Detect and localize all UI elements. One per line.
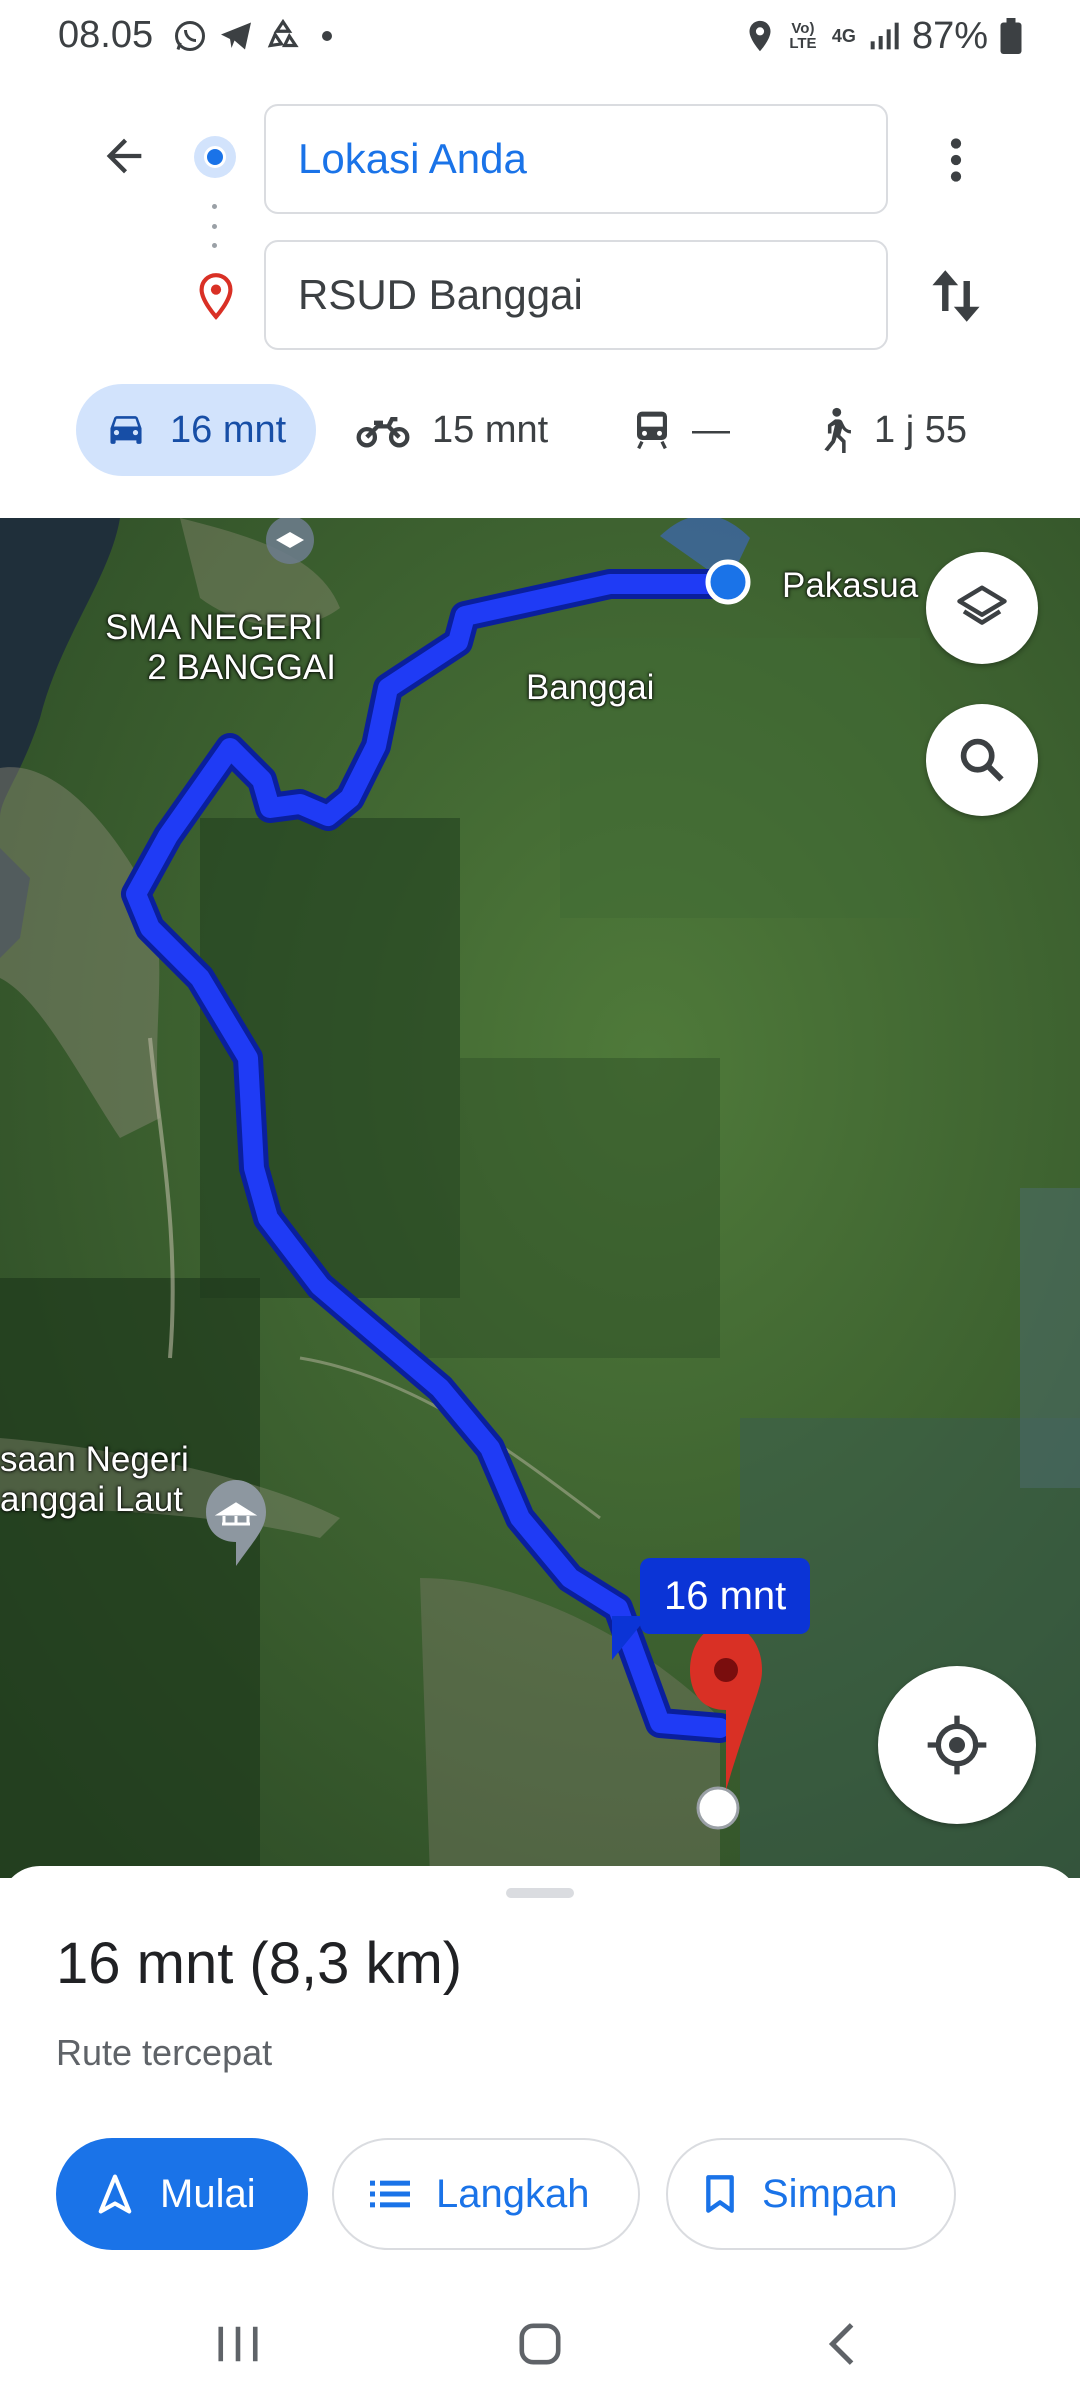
dot-icon — [322, 31, 332, 41]
satellite-imagery — [0, 518, 1080, 1878]
recent-apps-icon — [218, 2326, 258, 2362]
mode-motorcycle[interactable]: 15 mnt — [356, 384, 548, 476]
route-connector-icon — [212, 204, 218, 248]
home-button[interactable] — [500, 2314, 580, 2374]
destination-input[interactable]: RSUD Banggai — [264, 240, 888, 350]
save-button-label: Simpan — [762, 2171, 898, 2216]
4g-icon: 4G — [831, 25, 856, 46]
signal-icon — [870, 22, 899, 50]
recent-apps-button[interactable] — [198, 2314, 278, 2374]
swap-vert-icon — [932, 270, 980, 322]
route-subtitle: Rute tercepat — [56, 2032, 273, 2073]
system-back-button[interactable] — [802, 2314, 882, 2374]
system-navigation-bar — [0, 2270, 1080, 2408]
mode-driving-label: 16 mnt — [170, 408, 287, 451]
mode-walking[interactable]: 1 j 55 — [818, 384, 967, 476]
layers-icon — [957, 585, 1007, 625]
map-label-museum: saan Negeri anggai Laut — [0, 1440, 189, 1520]
map-label-school: SMA NEGERI 2 BANGGAI — [92, 608, 336, 688]
list-icon — [370, 2180, 410, 2208]
search-along-route-button[interactable] — [926, 704, 1038, 816]
walking-icon — [824, 407, 851, 453]
chevron-left-icon — [828, 2323, 854, 2365]
origin-marker-icon — [194, 136, 236, 178]
back-button[interactable] — [88, 120, 160, 192]
car-icon — [110, 416, 142, 444]
travel-mode-bar: 16 mnt 15 mnt — 1 j 55 — [0, 380, 1080, 480]
status-time: 08.05 — [58, 14, 154, 56]
train-icon — [637, 411, 667, 450]
sheet-drag-handle[interactable] — [506, 1888, 574, 1898]
status-bar: 08.05 Vo) LTE 4G 87% — [0, 0, 1080, 72]
save-button[interactable]: Simpan — [666, 2138, 956, 2250]
map-label-museum-line2: anggai Laut — [0, 1480, 183, 1519]
map-label-school-line1: SMA NEGERI — [105, 608, 323, 647]
system-indicators: Vo) LTE 4G 87% — [746, 12, 1022, 60]
notification-icons — [172, 14, 332, 58]
battery-icon — [1000, 18, 1022, 54]
destination-pin-icon — [199, 273, 233, 320]
mode-transit-label: — — [692, 408, 730, 451]
steps-button[interactable]: Langkah — [332, 2138, 640, 2250]
bookmark-icon — [706, 2175, 734, 2213]
layers-button[interactable] — [926, 552, 1038, 664]
map-label-school-line2: 2 BANGGAI — [147, 648, 336, 687]
route-summary: 16 mnt (8,3 km) — [56, 1931, 463, 1996]
motorcycle-icon — [356, 417, 410, 448]
map-label-banggai: Banggai — [526, 668, 655, 707]
more-vert-icon — [950, 138, 962, 182]
telegram-icon — [221, 22, 251, 50]
mode-motorcycle-label: 15 mnt — [432, 408, 549, 451]
mode-walking-label: 1 j 55 — [874, 408, 967, 451]
navigation-icon — [98, 2174, 132, 2214]
map-label-pakasua: Pakasua — [782, 566, 919, 605]
volte-icon: Vo) LTE — [789, 20, 817, 52]
mode-driving[interactable]: 16 mnt — [76, 384, 317, 476]
steps-button-label: Langkah — [436, 2171, 590, 2216]
recycle-icon — [267, 18, 299, 48]
battery-percentage: 87% — [911, 14, 988, 57]
arrow-back-icon — [106, 138, 142, 174]
swap-button[interactable] — [920, 256, 992, 336]
map-view[interactable]: Pakasua Banggai SMA NEGERI 2 BANGGAI saa… — [0, 518, 1080, 1878]
search-icon — [960, 738, 1004, 782]
map-label-museum-line1: saan Negeri — [0, 1440, 189, 1479]
whatsapp-icon — [175, 21, 205, 51]
location-icon — [749, 20, 771, 52]
home-icon — [519, 2323, 561, 2365]
my-location-icon — [927, 1715, 987, 1775]
my-location-button[interactable] — [878, 1666, 1036, 1824]
start-button-label: Mulai — [160, 2171, 256, 2216]
origin-input[interactable]: Lokasi Anda — [264, 104, 888, 214]
mode-transit[interactable]: — — [634, 384, 730, 476]
more-options-button[interactable] — [920, 120, 992, 200]
start-button[interactable]: Mulai — [56, 2138, 308, 2250]
route-time-callout[interactable]: 16 mnt — [640, 1558, 811, 1634]
